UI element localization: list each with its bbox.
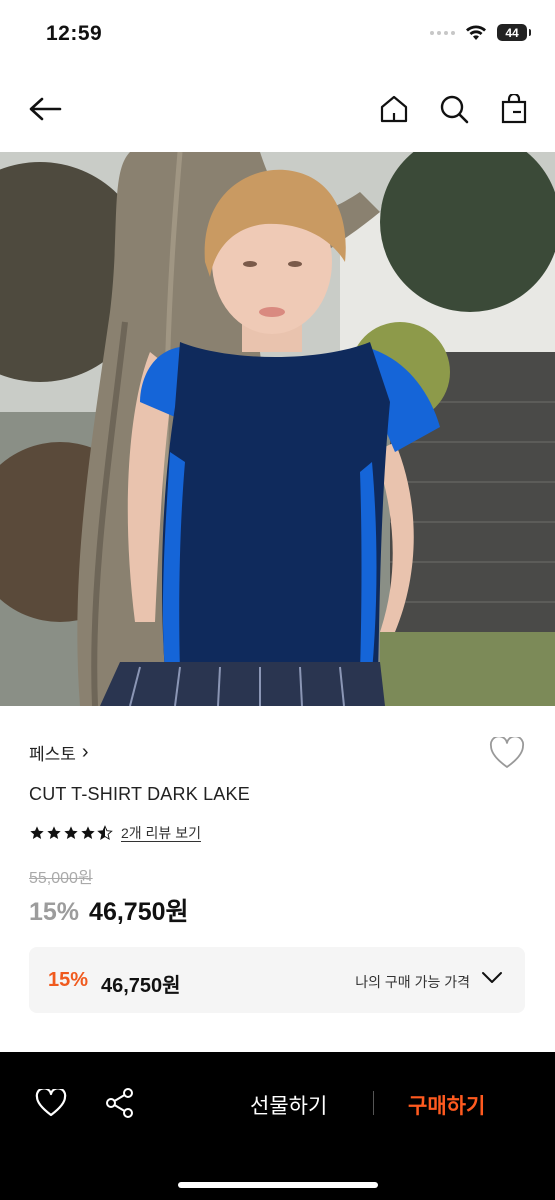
gift-button[interactable]: 선물하기 xyxy=(250,1090,327,1120)
my-discount-percent: 15% xyxy=(48,969,89,991)
star-icon xyxy=(47,826,61,839)
share-icon[interactable] xyxy=(103,1086,137,1120)
brand-link[interactable]: 페스토 › xyxy=(29,740,89,765)
product-photo xyxy=(0,152,555,706)
rating-row: 2개 리뷰 보기 xyxy=(29,823,201,843)
my-price-label: 나의 구매 가능 가격 xyxy=(355,974,470,990)
status-time: 12:59 xyxy=(46,22,103,45)
top-nav xyxy=(0,80,555,140)
bottom-action-bar: 선물하기 구매하기 xyxy=(0,1052,555,1200)
sale-price: 46,750원 xyxy=(89,898,189,926)
my-price: 46,750원 xyxy=(101,975,181,997)
battery-icon: 44 xyxy=(497,24,531,41)
star-icon xyxy=(64,826,78,839)
my-price-dropdown[interactable]: 15% 46,750원 나의 구매 가능 가격 xyxy=(29,947,525,1013)
brand-name: 페스토 xyxy=(29,745,76,764)
star-icon xyxy=(30,826,44,839)
chevron-right-icon: › xyxy=(81,741,89,763)
wishlist-heart-icon[interactable] xyxy=(489,735,525,774)
home-icon[interactable] xyxy=(377,92,411,126)
home-indicator xyxy=(178,1182,378,1188)
star-half-icon xyxy=(97,825,113,840)
discount-percent: 15% xyxy=(29,898,80,926)
search-icon[interactable] xyxy=(437,92,471,126)
product-image[interactable] xyxy=(0,152,555,706)
divider xyxy=(373,1091,374,1115)
review-link[interactable]: 2개 리뷰 보기 xyxy=(121,823,201,843)
product-name: CUT T-SHIRT DARK LAKE xyxy=(29,784,250,804)
chevron-down-icon xyxy=(482,972,502,983)
buy-button[interactable]: 구매하기 xyxy=(408,1090,485,1120)
rating-stars xyxy=(29,825,113,841)
cellular-signal-icon xyxy=(430,30,455,35)
star-icon xyxy=(81,826,95,839)
like-heart-icon[interactable] xyxy=(34,1086,68,1120)
status-icons: 44 xyxy=(430,24,531,41)
sale-price-row: 15% 46,750원 xyxy=(29,892,189,928)
wifi-icon xyxy=(466,25,486,40)
back-arrow-icon[interactable] xyxy=(28,92,62,126)
original-price: 55,000원 xyxy=(29,870,93,887)
shopping-bag-icon[interactable] xyxy=(497,92,531,126)
status-bar: 12:59 44 xyxy=(0,0,555,70)
